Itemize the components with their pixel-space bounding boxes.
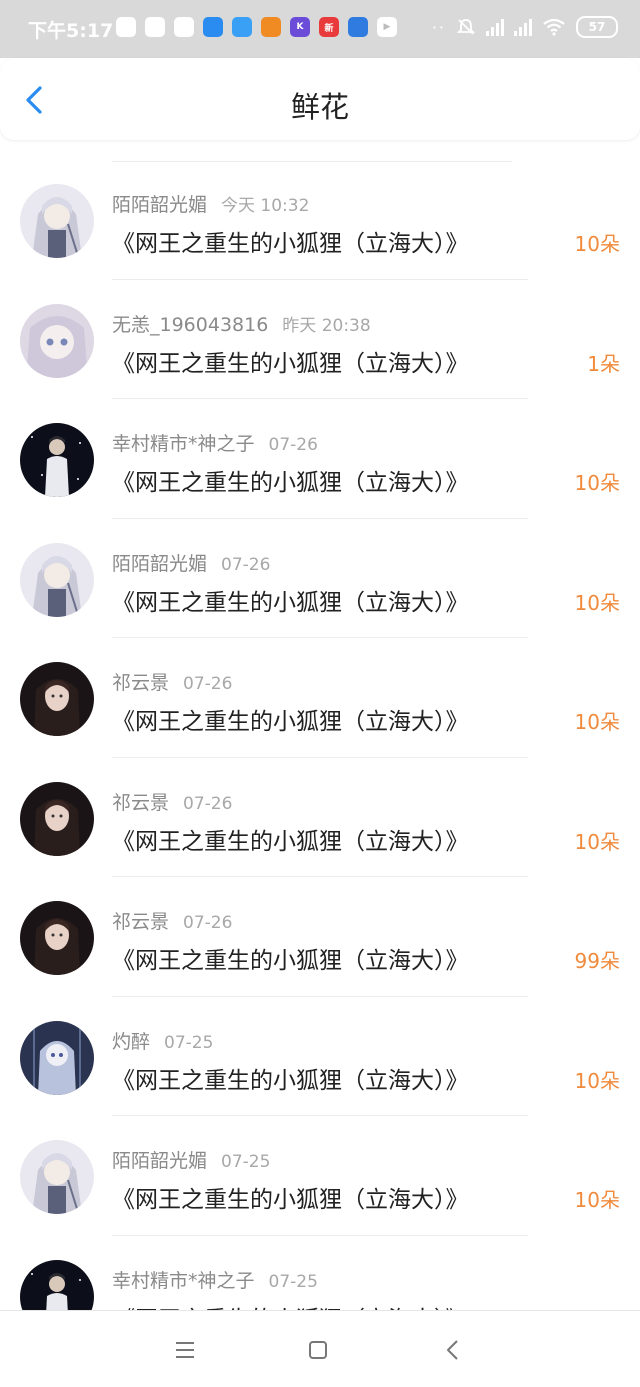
user-avatar[interactable]: [20, 423, 94, 497]
flower-count: 1朵: [587, 351, 620, 376]
book-title[interactable]: 《网王之重生的小狐狸（立海大）》: [112, 1061, 469, 1095]
signal-strength-icon-2: [514, 18, 532, 36]
user-avatar[interactable]: [20, 901, 94, 975]
uc-browser-icon: [261, 17, 281, 37]
sent-time: 07-25: [221, 1152, 271, 1172]
status-app-icons: K 新 ▶: [116, 17, 397, 37]
k-app-icon: K: [290, 17, 310, 37]
play-app-icon: ▶: [377, 17, 397, 37]
user-avatar[interactable]: [20, 1020, 94, 1095]
sender-info: 幸村精市*神之子 07-26: [112, 429, 318, 456]
sent-time: 07-26: [183, 913, 233, 933]
sent-time: 07-26: [183, 793, 233, 814]
book-title[interactable]: 《网王之重生的小狐狸（立海大）》: [112, 344, 469, 378]
sender-name[interactable]: 幸村精市*神之子: [112, 433, 255, 455]
menu-nav-button[interactable]: [168, 1333, 202, 1367]
sender-info: 灼醉 07-25: [112, 1027, 213, 1054]
sent-time: 07-26: [221, 554, 271, 575]
flower-count: 99朵: [574, 949, 620, 973]
sender-name[interactable]: 祁云景: [112, 792, 169, 814]
flower-list-item[interactable]: 陌陌韶光媚 今天 10:32 《网王之重生的小狐狸（立海大）》 10朵: [0, 160, 640, 280]
flower-list-item[interactable]: 无恙_196043816 昨天 20:38 《网王之重生的小狐狸（立海大）》 1朵: [0, 280, 640, 399]
sender-name[interactable]: 灼醉: [112, 1031, 150, 1053]
book-title[interactable]: 《网王之重生的小狐狸（立海大）》: [112, 463, 469, 497]
sender-name[interactable]: 陌陌韶光媚: [112, 1150, 207, 1172]
flower-count: 10朵: [574, 471, 620, 495]
flower-list-item[interactable]: 祁云景 07-26 《网王之重生的小狐狸（立海大）》 10朵: [0, 758, 640, 877]
blue-app-icon: [203, 17, 223, 37]
user-avatar[interactable]: [20, 781, 94, 856]
sent-time: 07-25: [268, 1271, 318, 1292]
user-avatar[interactable]: [20, 303, 94, 378]
flower-count: 10朵: [574, 829, 620, 854]
status-indicators: ·· 57: [432, 16, 618, 38]
flower-list-item[interactable]: 幸村精市*神之子 07-26 《网王之重生的小狐狸（立海大）》 10朵: [0, 399, 640, 519]
sent-time: 昨天 20:38: [282, 315, 371, 336]
flower-count: 10朵: [574, 590, 620, 615]
user-avatar[interactable]: [20, 542, 94, 617]
news-app-icon: 新: [319, 17, 339, 37]
sender-info: 陌陌韶光媚 07-26: [112, 549, 270, 576]
sender-info: 幸村精市*神之子 07-25: [112, 1266, 318, 1293]
book-title[interactable]: 《网王之重生的小狐狸（立海大）》: [112, 822, 469, 856]
more-dots-icon: ··: [431, 17, 446, 37]
user-avatar[interactable]: [20, 662, 94, 736]
user-avatar[interactable]: [20, 184, 94, 258]
sender-info: 陌陌韶光媚 07-25: [112, 1146, 270, 1173]
sender-info: 祁云景 07-26: [112, 788, 232, 815]
book-title[interactable]: 《网王之重生的小狐狸（立海大）》: [112, 583, 469, 617]
mute-bell-icon: [456, 19, 476, 35]
flower-list-item[interactable]: 祁云景 07-26 《网王之重生的小狐狸（立海大）》 10朵: [0, 638, 640, 758]
flower-count: 10朵: [574, 232, 620, 256]
status-time: 下午5:17: [28, 20, 114, 42]
book-title[interactable]: 《网王之重生的小狐狸（立海大）》: [112, 702, 469, 736]
sender-name[interactable]: 陌陌韶光媚: [112, 553, 207, 575]
sender-name[interactable]: 祁云景: [112, 672, 169, 694]
home-square-icon: [309, 1341, 327, 1359]
blue-app-icon-2: [232, 17, 252, 37]
flowers-page: 下午5:17 K 新 ▶ ·· 57 鲜花 陌陌韶光媚 今天 10:32 《网王…: [0, 0, 640, 1387]
page-title: 鲜花: [290, 90, 349, 124]
flower-list-item[interactable]: 陌陌韶光媚 07-25 《网王之重生的小狐狸（立海大）》 10朵: [0, 1116, 640, 1236]
flower-list-item[interactable]: 祁云景 07-26 《网王之重生的小狐狸（立海大）》 99朵: [0, 877, 640, 997]
flower-list: 陌陌韶光媚 今天 10:32 《网王之重生的小狐狸（立海大）》 10朵 无恙_19604…: [0, 160, 640, 1355]
notification-app-icon: [116, 17, 136, 37]
sent-time: 今天 10:32: [221, 196, 310, 216]
car-app-icon: [348, 17, 368, 37]
book-title[interactable]: 《网王之重生的小狐狸（立海大）》: [112, 941, 469, 975]
header-bar: 鲜花: [0, 58, 640, 140]
sender-name[interactable]: 祁云景: [112, 911, 169, 933]
sender-name[interactable]: 陌陌韶光媚: [112, 194, 207, 216]
sender-name[interactable]: 无恙_196043816: [112, 314, 268, 336]
book-title[interactable]: 《网王之重生的小狐狸（立海大）》: [112, 224, 469, 258]
sent-time: 07-26: [183, 674, 233, 694]
sender-info: 无恙_196043816 昨天 20:38: [112, 310, 371, 337]
menu-icon: [176, 1342, 194, 1358]
sender-info: 祁云景 07-26: [112, 668, 232, 695]
sent-time: 07-26: [268, 435, 318, 455]
back-triangle-icon: [447, 1340, 458, 1360]
battery-indicator: 57: [576, 16, 618, 38]
baidu-paw-icon-2: [174, 17, 194, 37]
home-nav-button[interactable]: [301, 1333, 335, 1367]
flower-list-item[interactable]: 陌陌韶光媚 07-26 《网王之重生的小狐狸（立海大）》 10朵: [0, 519, 640, 638]
flower-count: 10朵: [574, 1068, 620, 1093]
signal-strength-icon: [486, 18, 504, 36]
status-bar: 下午5:17 K 新 ▶ ·· 57: [0, 0, 640, 58]
sent-time: 07-25: [164, 1032, 214, 1053]
baidu-paw-icon: [145, 17, 165, 37]
sender-info: 祁云景 07-26: [112, 907, 232, 934]
user-avatar[interactable]: [20, 1140, 94, 1214]
book-title[interactable]: 《网王之重生的小狐狸（立海大）》: [112, 1180, 469, 1214]
flower-count: 10朵: [574, 710, 620, 734]
wifi-icon: [543, 18, 565, 36]
flower-list-item[interactable]: 灼醉 07-25 《网王之重生的小狐狸（立海大）》 10朵: [0, 997, 640, 1116]
sender-name[interactable]: 幸村精市*神之子: [112, 1270, 255, 1292]
system-navigation-bar: [0, 1310, 640, 1387]
sender-info: 陌陌韶光媚 今天 10:32: [112, 190, 309, 217]
flower-count: 10朵: [574, 1188, 620, 1212]
back-nav-button[interactable]: [436, 1333, 470, 1367]
